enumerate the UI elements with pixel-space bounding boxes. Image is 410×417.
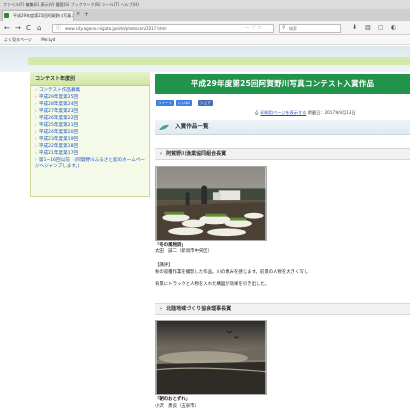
download-icon[interactable]: ⬇ (352, 22, 357, 34)
print-link[interactable]: 印刷用ページを表示する (260, 110, 306, 115)
search-icon: ⚲ (282, 25, 286, 31)
arrow-icon: › (35, 144, 37, 149)
review-label: 【講評】 (155, 263, 173, 268)
sidebar-item[interactable]: › 平成22年度第18回 (35, 144, 147, 150)
new-tab-button[interactable]: + (84, 10, 89, 20)
bookmarks-bar: よく見るページ Me:Lyd (0, 35, 410, 45)
sidebar-item[interactable]: › 平成29年度第25回 (35, 95, 147, 101)
sidebar-item[interactable]: › 平成25年度第21回 (35, 123, 147, 129)
share-button[interactable]: シェア (198, 100, 213, 106)
sidebar-item[interactable]: › 平成28年度第24回 (35, 102, 147, 108)
review-text: 秋の収穫作業を撮影した作品。川の恵みを感じます。前景の人物を大きく写し (155, 270, 309, 275)
reload-button[interactable]: C (26, 22, 31, 34)
chevron-right-icon: › (160, 151, 163, 157)
info-icon[interactable]: ⓘ (56, 25, 61, 32)
back-button[interactable]: ← (4, 22, 10, 34)
bookmark-item[interactable]: Me:Lyd (41, 37, 55, 42)
review-text: 背景にトラックと人物を入れた構図が効果を引き出した。 (155, 282, 270, 287)
sidebar-item[interactable]: › コンテスト作品募集 (35, 88, 147, 94)
award-heading: › 北陸地域づくり協会理事長賞 (155, 303, 410, 315)
sidebar-toggle-icon[interactable]: ▢ (378, 22, 384, 34)
arrow-icon: › (35, 158, 37, 163)
sidebar-item[interactable]: › 平成24年度第20回 (35, 130, 147, 136)
forward-button[interactable]: → (15, 22, 21, 34)
page-meta: ⎙ 印刷用ページを表示する 掲載日：2017年9月13日 (255, 109, 356, 116)
printer-icon: ⎙ (255, 110, 259, 115)
tweet-button[interactable]: ツイート (156, 100, 175, 106)
arrow-icon: › (35, 123, 37, 128)
arrow-icon: › (35, 137, 37, 142)
page-actions-icons[interactable]: ··· ♡ ☆ (245, 24, 262, 33)
home-button[interactable]: ⌂ (37, 22, 41, 34)
photo-author: 太田 誠二（新潟市中央区） (155, 249, 213, 254)
sidebar-item[interactable]: › 平成23年度第19回 (35, 137, 147, 143)
browser-tab[interactable]: 平成29年度第25回阿賀野川写真コ (2, 10, 74, 21)
arrow-icon: › (35, 116, 37, 121)
sidebar-title: コンテスト年度別 (30, 72, 150, 86)
url-input[interactable]: www.city.agano.niigata.jp/site/photocon/… (52, 24, 274, 33)
account-icon[interactable]: ◐ (391, 22, 396, 34)
search-input[interactable]: 検索 (279, 24, 341, 33)
arrow-icon: › (35, 95, 37, 100)
chevron-right-icon: › (160, 306, 163, 312)
section-heading: 入賞作品一覧 (155, 120, 410, 135)
bookmark-item[interactable]: よく見るページ (4, 37, 32, 42)
library-icon[interactable]: ▥ (365, 22, 371, 34)
photo-author: 小沢 勇良（五泉市） (155, 404, 199, 409)
tab-close-icon[interactable]: × (76, 11, 80, 17)
arrow-icon: › (35, 109, 37, 114)
sidebar-item[interactable]: › 平成27年度第23回 (35, 109, 147, 115)
like-button[interactable]: いいね! (176, 100, 193, 106)
leaf-icon (159, 124, 169, 130)
arrow-icon: › (35, 151, 37, 156)
arrow-icon: › (35, 102, 37, 107)
menu-bar[interactable]: ファイル(F) 編集(E) 表示(V) 履歴(S) ブックマーク(B) ツール(… (0, 0, 410, 9)
sidebar-item[interactable]: › 平成26年度第22回 (35, 116, 147, 122)
sidebar-item[interactable]: › 平成21年度第17回 (35, 151, 147, 157)
arrow-icon: › (35, 130, 37, 135)
global-nav-bar (28, 57, 410, 65)
favicon-icon (4, 13, 9, 18)
arrow-icon: › (35, 88, 37, 93)
updated-date: 掲載日：2017年9月13日 (307, 110, 356, 115)
award-heading: › 阿賀野川漁業協同組合長賞 (155, 148, 410, 160)
award-photo[interactable] (155, 320, 267, 395)
photo-title: 「朝のおとずれ」 (155, 397, 190, 402)
award-photo[interactable] (155, 166, 267, 241)
sidebar-item[interactable]: › 第1~16回以前 (阿賀野川ふるさと館のホームページへジャンプします。) (35, 158, 147, 170)
page-title: 平成29年度第25回阿賀野川写真コンテスト入賞作品 (155, 74, 410, 94)
